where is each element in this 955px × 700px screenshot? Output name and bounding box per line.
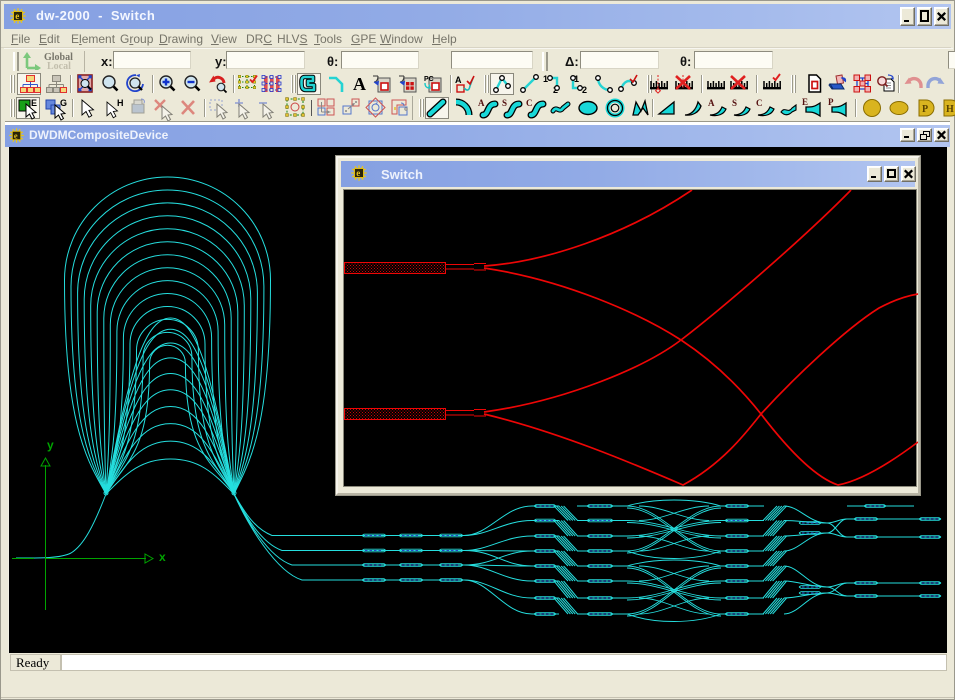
svg-text:A: A (455, 75, 462, 85)
svg-text:H: H (946, 104, 954, 115)
svg-text:P: P (828, 97, 834, 107)
svg-text:G: G (60, 98, 67, 108)
svg-text:S: S (502, 98, 507, 108)
svg-text:E: E (31, 98, 37, 108)
svg-text:A: A (708, 98, 715, 108)
svg-text:E: E (802, 97, 808, 107)
svg-text:C: C (756, 98, 763, 108)
svg-text:2: 2 (582, 85, 587, 95)
svg-text:PC: PC (424, 76, 434, 83)
svg-text:A: A (353, 74, 366, 94)
svg-text:C: C (526, 98, 533, 108)
svg-text:S: S (732, 98, 737, 108)
svg-text:y: y (47, 438, 54, 452)
svg-text:H: H (117, 98, 124, 108)
svg-text:P: P (922, 104, 928, 115)
svg-text:e: e (15, 11, 19, 21)
svg-text:x: x (159, 550, 166, 564)
svg-text:A: A (478, 98, 485, 108)
svg-text:e: e (14, 131, 18, 141)
svg-text:e: e (356, 168, 360, 178)
